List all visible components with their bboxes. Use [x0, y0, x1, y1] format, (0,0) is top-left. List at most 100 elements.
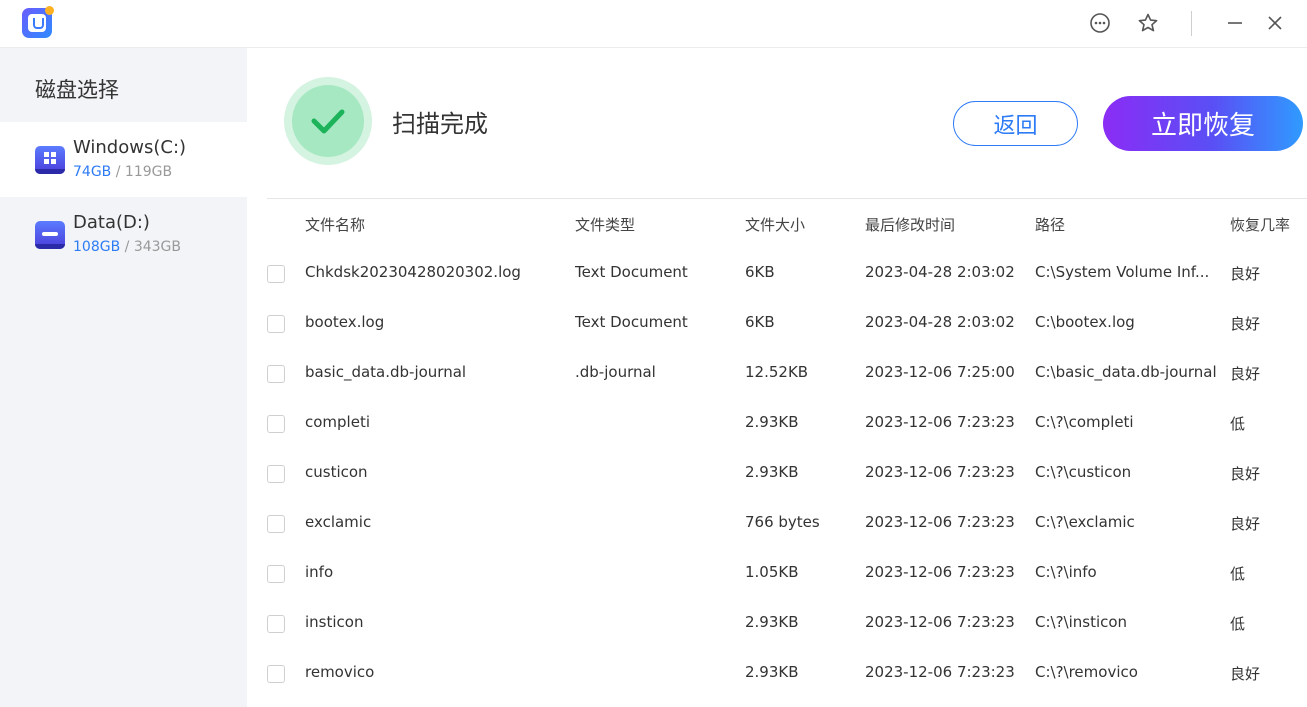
cell-recoverability: 良好	[1230, 315, 1261, 333]
table-row[interactable]: completi 2.93KB 2023-12-06 7:23:23 C:\?\com…	[247, 399, 1307, 449]
drive-item-data-d[interactable]: Data(D:) 108GB / 343GB	[0, 197, 247, 272]
cell-type: Text Document	[575, 263, 688, 281]
cell-name: custicon	[305, 463, 368, 481]
row-checkbox[interactable]	[267, 665, 285, 683]
cell-name: basic_data.db-journal	[305, 363, 467, 381]
drive-capacity: 74GB / 119GB	[73, 164, 172, 180]
table-row[interactable]: insticon 2.93KB 2023-12-06 7:23:23 C:\?\ins…	[247, 599, 1307, 649]
cell-size: 6KB	[745, 313, 775, 331]
cell-size: 2.93KB	[745, 613, 799, 631]
cell-path: C:\?\exclamic	[1035, 513, 1135, 531]
cell-recoverability: 良好	[1230, 465, 1261, 483]
table-row[interactable]: exclamic 766 bytes 2023-12-06 7:23:23 C:\?\…	[247, 499, 1307, 549]
table-row[interactable]: bootex.log Text Document 6KB 2023-04-28 2:0…	[247, 299, 1307, 349]
back-button[interactable]: 返回	[953, 101, 1078, 146]
close-icon[interactable]	[1263, 11, 1287, 35]
table-row[interactable]: custicon 2.93KB 2023-12-06 7:23:23 C:\?\cus…	[247, 449, 1307, 499]
cell-size: 766 bytes	[745, 513, 820, 531]
cell-path: C:\?\info	[1035, 563, 1097, 581]
row-checkbox[interactable]	[267, 565, 285, 583]
drive-name: Windows(C:)	[73, 137, 187, 158]
cell-size: 2.93KB	[745, 413, 799, 431]
row-checkbox[interactable]	[267, 365, 285, 383]
cell-name: info	[305, 563, 334, 581]
cell-recoverability: 低	[1230, 565, 1246, 583]
cell-type: Text Document	[575, 313, 688, 331]
cell-name: removico	[305, 663, 375, 681]
row-checkbox[interactable]	[267, 415, 285, 433]
cell-modified: 2023-12-06 7:23:23	[865, 663, 1015, 681]
checkmark-icon	[311, 109, 345, 134]
cell-recoverability: 低	[1230, 615, 1246, 633]
cell-name: bootex.log	[305, 313, 385, 331]
cell-name: exclamic	[305, 513, 372, 531]
drive-used: 74GB	[73, 164, 112, 180]
drive-used: 108GB	[73, 239, 121, 255]
app-logo-icon	[22, 6, 54, 38]
cell-modified: 2023-12-06 7:23:23	[865, 513, 1015, 531]
cell-name: insticon	[305, 613, 364, 631]
sidebar: 磁盘选择 Windows(C:) 74GB / 119GB Data(D:) 1…	[0, 48, 247, 707]
cell-size: 2.93KB	[745, 463, 799, 481]
chat-bubble-icon[interactable]	[1088, 11, 1112, 35]
cell-size: 6KB	[745, 263, 775, 281]
cell-recoverability: 良好	[1230, 365, 1261, 383]
row-checkbox[interactable]	[267, 315, 285, 333]
column-header-name[interactable]: 文件名称	[305, 214, 365, 235]
cell-modified: 2023-12-06 7:23:23	[865, 463, 1015, 481]
drive-total: 343GB	[133, 239, 181, 255]
drive-name: Data(D:)	[73, 212, 150, 233]
sidebar-title: 磁盘选择	[35, 78, 119, 102]
column-header-path[interactable]: 路径	[1035, 214, 1065, 235]
cell-size: 2.93KB	[745, 663, 799, 681]
minimize-icon[interactable]	[1223, 11, 1247, 35]
hard-drive-icon	[35, 221, 65, 249]
column-header-type[interactable]: 文件类型	[575, 214, 635, 235]
cell-path: C:\?\insticon	[1035, 613, 1128, 631]
cell-name: Chkdsk20230428020302.log	[305, 263, 521, 281]
cell-recoverability: 良好	[1230, 265, 1261, 283]
cell-type: .db-journal	[575, 363, 656, 381]
cell-modified: 2023-12-06 7:23:23	[865, 613, 1015, 631]
cell-size: 1.05KB	[745, 563, 799, 581]
column-header-recoverability[interactable]: 恢复几率	[1230, 214, 1290, 235]
cell-recoverability: 良好	[1230, 665, 1261, 683]
cell-modified: 2023-12-06 7:25:00	[865, 363, 1015, 381]
drive-total: 119GB	[124, 164, 173, 180]
drive-item-windows-c[interactable]: Windows(C:) 74GB / 119GB	[0, 122, 247, 197]
cell-recoverability: 低	[1230, 415, 1246, 433]
drive-separator: /	[120, 239, 134, 255]
cell-modified: 2023-04-28 2:03:02	[865, 313, 1015, 331]
recover-now-button[interactable]: 立即恢复	[1103, 96, 1303, 151]
cell-modified: 2023-12-06 7:23:23	[865, 563, 1015, 581]
cell-recoverability: 良好	[1230, 515, 1261, 533]
row-checkbox[interactable]	[267, 265, 285, 283]
cell-path: C:\basic_data.db-journal	[1035, 363, 1217, 381]
title-bar	[0, 0, 1307, 48]
row-checkbox[interactable]	[267, 615, 285, 633]
column-header-size[interactable]: 文件大小	[745, 214, 805, 235]
cell-path: C:\?\completi	[1035, 413, 1134, 431]
scan-status-text: 扫描完成	[392, 110, 488, 138]
table-row[interactable]: basic_data.db-journal .db-journal 12.52KB 2…	[247, 349, 1307, 399]
column-header-modified[interactable]: 最后修改时间	[865, 214, 955, 235]
title-bar-divider	[1191, 11, 1192, 36]
cell-path: C:\bootex.log	[1035, 313, 1135, 331]
cell-name: completi	[305, 413, 371, 431]
table-row[interactable]: Chkdsk20230428020302.log Text Document 6KB…	[247, 249, 1307, 299]
windows-drive-icon	[35, 146, 65, 174]
cell-path: C:\?\custicon	[1035, 463, 1132, 481]
cell-path: C:\System Volume Inf...	[1035, 263, 1210, 281]
table-row[interactable]: info 1.05KB 2023-12-06 7:23:23 C:\?\info 低	[247, 549, 1307, 599]
drive-capacity: 108GB / 343GB	[73, 239, 181, 255]
star-icon[interactable]	[1136, 11, 1160, 35]
scan-status-badge	[284, 77, 372, 165]
cell-modified: 2023-04-28 2:03:02	[865, 263, 1015, 281]
header-divider	[267, 198, 1307, 199]
cell-size: 12.52KB	[745, 363, 809, 381]
table-row[interactable]: removico 2.93KB 2023-12-06 7:23:23 C:\?\rem…	[247, 649, 1307, 699]
cell-path: C:\?\removico	[1035, 663, 1138, 681]
drive-separator: /	[111, 164, 125, 180]
row-checkbox[interactable]	[267, 515, 285, 533]
row-checkbox[interactable]	[267, 465, 285, 483]
